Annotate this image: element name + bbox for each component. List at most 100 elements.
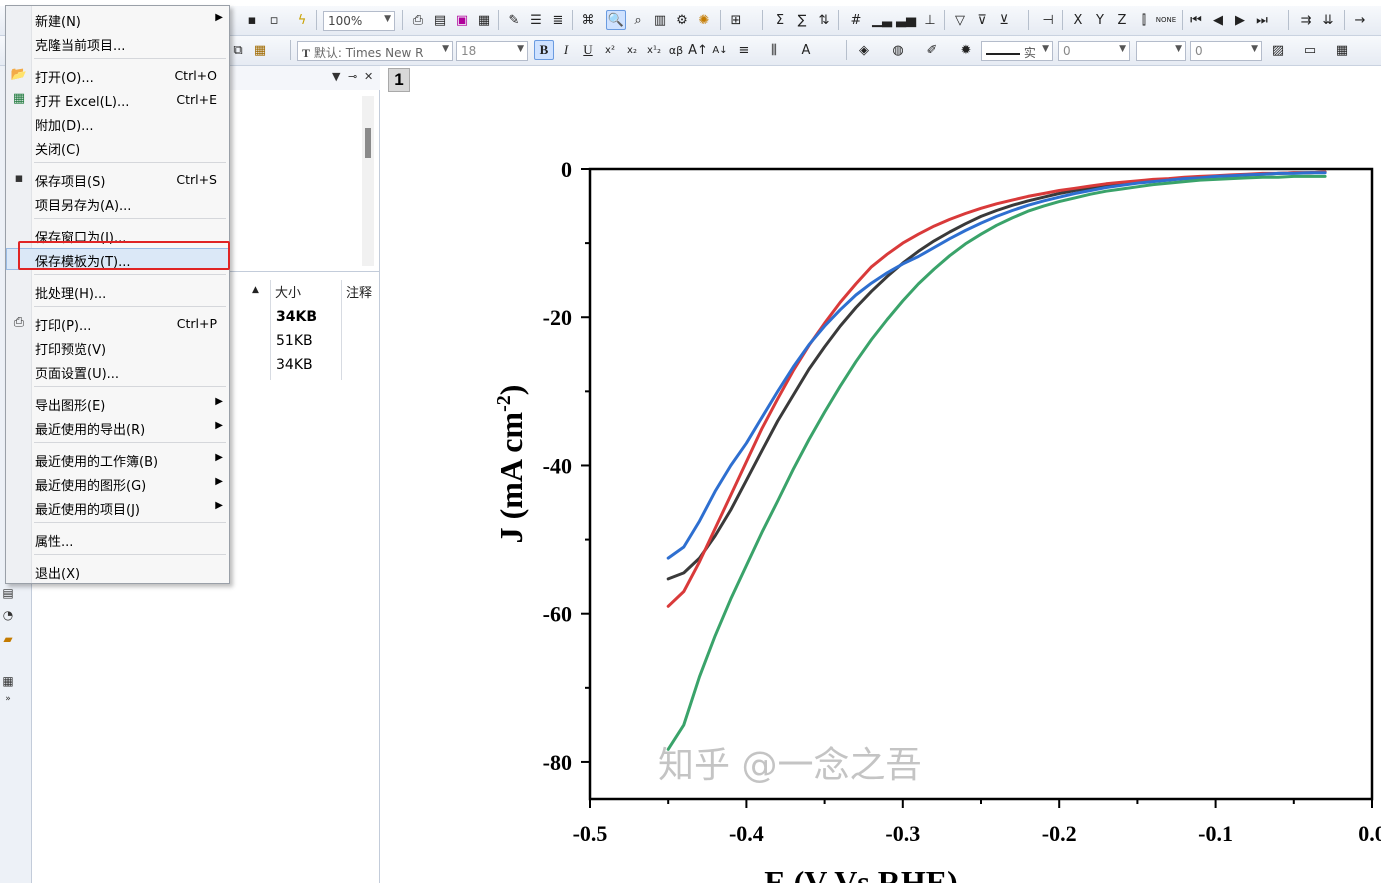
menu-item-page-setup[interactable]: 页面设置(U)... [6, 360, 229, 382]
save-template-icon[interactable]: ▫ [264, 10, 284, 30]
mask-icon[interactable]: ⊣ [1038, 10, 1058, 30]
line-style-combo[interactable]: 实 ▼ [981, 41, 1053, 61]
export-icon[interactable]: ▤ [430, 10, 450, 30]
greek-icon[interactable]: αβ [666, 40, 686, 60]
menu-item-clone-project[interactable]: 克隆当前项目... [6, 32, 229, 54]
bold-button[interactable]: B [534, 40, 554, 60]
align-icon[interactable]: ≡ [734, 40, 754, 60]
script-window-icon[interactable]: ≣ [548, 10, 568, 30]
folder-tool-icon[interactable]: ▰ [0, 632, 16, 650]
close-icon[interactable]: ✕ [364, 70, 373, 83]
data-reader-icon[interactable]: ⌕ [628, 10, 648, 30]
add-column-icon[interactable]: ⊞ [726, 10, 746, 30]
next-page-icon[interactable]: ▶ [1230, 10, 1250, 30]
menu-item-save-project[interactable]: ▪ 保存项目(S) Ctrl+S [6, 168, 229, 190]
worksheet-icon[interactable]: ▦ [474, 10, 494, 30]
superscript-icon[interactable]: x² [600, 40, 620, 60]
pin-icon[interactable]: ⊸ [348, 70, 357, 83]
menu-item-recent-projects[interactable]: 最近使用的项目(J) ▶ [6, 496, 229, 518]
menu-item-recent-graphs[interactable]: 最近使用的图形(G) ▶ [6, 472, 229, 494]
sort-icon[interactable]: ⇅ [814, 10, 834, 30]
menu-item-properties[interactable]: 属性... [6, 528, 229, 550]
filter-icon[interactable]: ▽ [950, 10, 970, 30]
plot-setup-icon[interactable]: ⊥ [920, 10, 940, 30]
statistics-icon[interactable]: Σ [770, 10, 790, 30]
font-color-icon[interactable]: A [796, 40, 816, 60]
italic-button[interactable]: I [556, 40, 576, 60]
worksheet-tool-icon[interactable]: ▤ [0, 586, 16, 604]
grid-icon[interactable]: ▦ [1332, 40, 1352, 60]
move-right-icon[interactable]: ⇉ [1296, 10, 1316, 30]
set-z-icon[interactable]: Z [1112, 10, 1132, 30]
decrease-font-icon[interactable]: A↓ [710, 40, 730, 60]
project-explorer-icon[interactable]: ⌘ [578, 10, 598, 30]
print-icon[interactable]: ⎙ [408, 10, 428, 30]
save-icon[interactable]: ▪ [242, 10, 262, 30]
menu-item-print[interactable]: ⎙ 打印(P)... Ctrl+P [6, 312, 229, 334]
menu-item-open[interactable]: 📂 打开(O)... Ctrl+O [6, 64, 229, 86]
dropdown-icon[interactable]: ▼ [332, 70, 340, 83]
set-x-icon[interactable]: X [1068, 10, 1088, 30]
paste-format-icon[interactable]: ▦ [250, 40, 270, 60]
subscript-icon[interactable]: x₂ [622, 40, 642, 60]
increase-font-icon[interactable]: A↑ [688, 40, 708, 60]
set-none-icon[interactable]: NONE [1156, 10, 1176, 30]
column-chart-icon[interactable]: ▃▅ [896, 10, 916, 30]
menu-item-recent-workbooks[interactable]: 最近使用的工作簿(B) ▶ [6, 448, 229, 470]
menu-item-export-graphs[interactable]: 导出图形(E) ▶ [6, 392, 229, 414]
set-error-icon[interactable]: ⫿ [1134, 10, 1154, 30]
last-page-icon[interactable]: ⏭ [1252, 10, 1272, 30]
code-builder-icon[interactable]: ⚙ [672, 10, 692, 30]
menu-item-batch-processing[interactable]: 批处理(H)... [6, 280, 229, 302]
symbol-icon[interactable]: ✹ [956, 40, 976, 60]
menu-item-open-excel[interactable]: ▦ 打开 Excel(L)... Ctrl+E [6, 88, 229, 110]
menu-item-save-project-as[interactable]: 项目另存为(A)... [6, 192, 229, 214]
frame-icon[interactable]: ▭ [1300, 40, 1320, 60]
line-width-combo[interactable]: 0 ▼ [1058, 41, 1130, 61]
copy-format-icon[interactable]: ⧉ [228, 40, 248, 60]
move-down-icon[interactable]: ⇊ [1318, 10, 1338, 30]
recalculate-icon[interactable]: ϟ [292, 10, 312, 30]
set-column-values-icon[interactable]: ∑ [792, 10, 812, 30]
arrow-right-icon[interactable]: → [1350, 10, 1370, 30]
remove-filter-icon[interactable]: ⊽ [972, 10, 992, 30]
menu-item-recent-exports[interactable]: 最近使用的导出(R) ▶ [6, 416, 229, 438]
menu-item-exit[interactable]: 退出(X) [6, 560, 229, 582]
filter-options-icon[interactable]: ⊻ [994, 10, 1014, 30]
excel-icon: ▦ [12, 91, 26, 106]
zoom-combo[interactable]: 100% ▼ [323, 11, 395, 31]
font-name-combo[interactable]: T 默认: Times New R ▼ [297, 41, 453, 61]
bar-chart-icon[interactable]: ▁▃ [872, 10, 892, 30]
menu-item-new[interactable]: 新建(N) ▶ [6, 8, 229, 30]
draw-data-icon[interactable]: ◔ [0, 608, 16, 626]
notes-icon[interactable]: ✎ [504, 10, 524, 30]
column-header-size[interactable]: 大小 [275, 282, 301, 301]
vertical-scrollbar[interactable] [362, 96, 374, 266]
results-log-icon[interactable]: ☰ [526, 10, 546, 30]
highlight-annotation [18, 241, 230, 270]
menu-item-print-preview[interactable]: 打印预览(V) [6, 336, 229, 358]
menu-item-close[interactable]: 关闭(C) [6, 136, 229, 158]
underline-button[interactable]: U [578, 40, 598, 60]
set-y-icon[interactable]: Y [1090, 10, 1110, 30]
command-window-icon[interactable]: ▥ [650, 10, 670, 30]
zoom-tool-icon[interactable]: 🔍 [606, 10, 626, 30]
row-numbers-icon[interactable]: # [846, 10, 866, 30]
column-header-notes[interactable]: 注释 [346, 282, 372, 301]
pattern-width-combo[interactable]: 0 ▼ [1190, 41, 1262, 61]
fill-color-icon[interactable]: ◈ [854, 40, 874, 60]
pattern-icon[interactable]: ◍ [888, 40, 908, 60]
menu-item-append[interactable]: 附加(D)... [6, 112, 229, 134]
line-spacing-icon[interactable]: ⫼ [764, 40, 784, 60]
border-combo[interactable]: ▼ [1136, 41, 1186, 61]
first-page-icon[interactable]: ⏮ [1186, 10, 1206, 30]
table-tool-icon[interactable]: ▦ [0, 674, 16, 692]
apps-icon[interactable]: ✺ [694, 10, 714, 30]
supersub-icon[interactable]: x¹₂ [644, 40, 664, 60]
font-size-combo[interactable]: 18 ▼ [456, 41, 528, 61]
more-tools-icon[interactable]: » [0, 694, 16, 712]
line-color-icon[interactable]: ✐ [922, 40, 942, 60]
hatch-icon[interactable]: ▨ [1268, 40, 1288, 60]
previous-page-icon[interactable]: ◀ [1208, 10, 1228, 30]
layout-icon[interactable]: ▣ [452, 10, 472, 30]
